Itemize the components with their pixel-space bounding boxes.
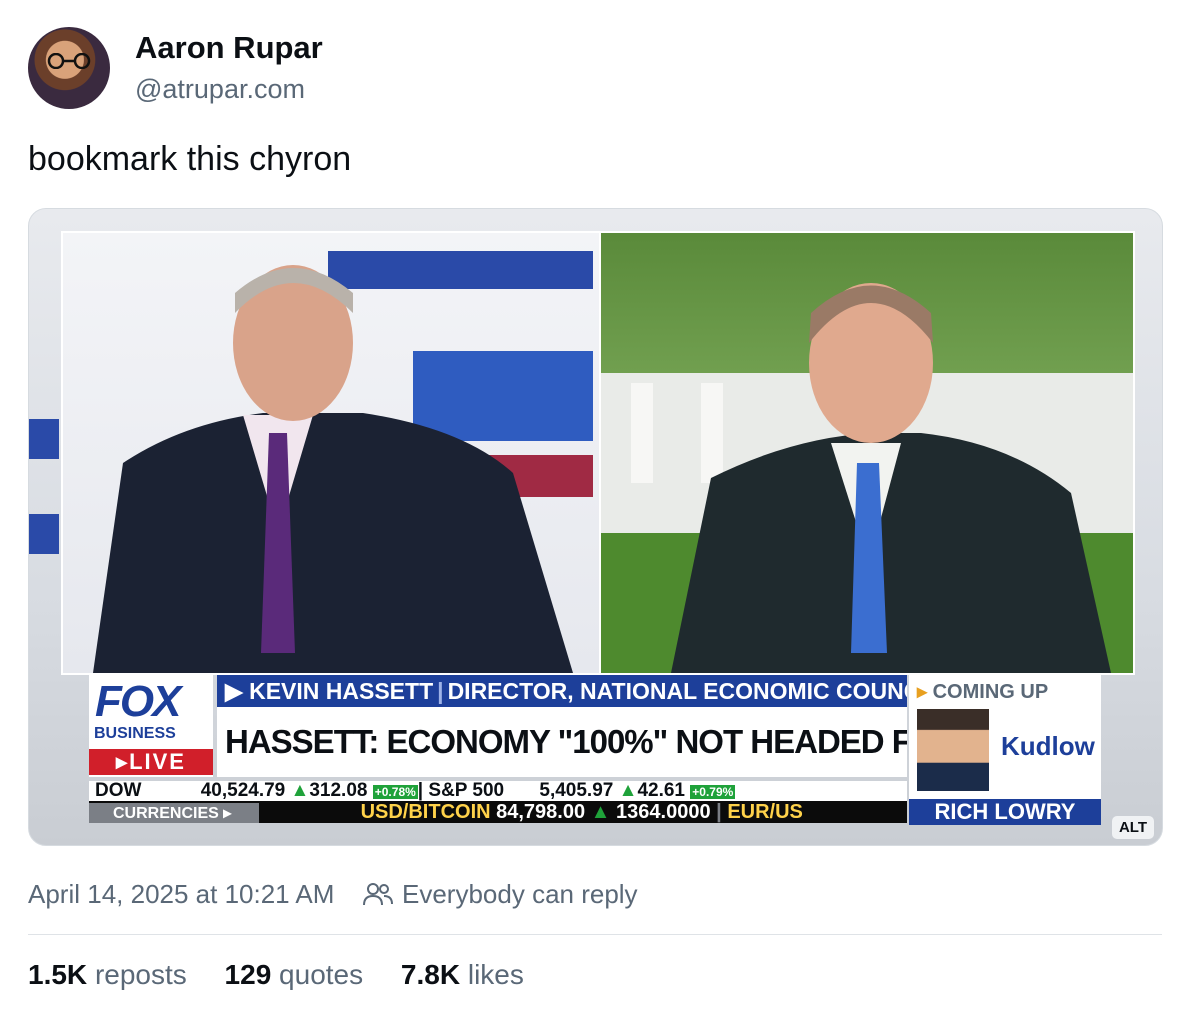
post-timestamp[interactable]: April 14, 2025 at 10:21 AM	[28, 879, 334, 910]
sp-label: S&P 500	[428, 781, 505, 801]
dow-change: 312.08	[309, 781, 368, 801]
guest-name: KEVIN HASSETT	[249, 678, 434, 704]
currencies-label: CURRENCIES ▸	[89, 803, 259, 823]
fox-business-logo: FOX BUSINESS ▸LIVE	[89, 675, 213, 777]
dow-pct: +0.78%	[372, 785, 418, 799]
author-avatar[interactable]	[28, 27, 110, 109]
currency-value: 84,798.00	[496, 801, 586, 823]
market-ticker: DOW 40,524.79 ▲312.08 +0.78% | S&P 500 5,…	[89, 781, 907, 801]
coming-up-box: ▸ COMING UP Kudlow	[909, 675, 1101, 799]
coming-up-text: COMING UP	[932, 681, 1049, 703]
dow-label: DOW	[95, 781, 142, 801]
guest-figure	[601, 283, 1133, 673]
up-arrow-icon: ▲	[290, 781, 310, 801]
studio-stripe	[29, 514, 59, 554]
studio-stripe	[29, 419, 59, 459]
author-display-name[interactable]: Aaron Rupar	[135, 30, 323, 66]
video-panel-host	[61, 231, 601, 675]
reply-setting: Everybody can reply	[402, 879, 638, 909]
live-label: LIVE	[129, 749, 186, 774]
reposts-stat[interactable]: 1.5K reposts	[28, 959, 217, 990]
up-arrow-icon: ▲	[590, 801, 611, 823]
reposts-count: 1.5K	[28, 959, 88, 990]
author-handle[interactable]: @atrupar.com	[135, 74, 305, 105]
likes-label: likes	[467, 959, 524, 990]
post-text: bookmark this chyron	[28, 140, 352, 178]
network-subtitle: BUSINESS	[94, 725, 176, 742]
engagement-stats: 1.5K reposts 129 quotes 7.8K likes	[28, 959, 554, 991]
coming-up-guest-name: RICH LOWRY	[909, 799, 1101, 825]
glasses-icon	[47, 53, 91, 69]
coming-up-show: Kudlow	[1001, 731, 1095, 761]
alt-text-button[interactable]: ALT	[1111, 816, 1154, 839]
currencies-label-text: CURRENCIES	[113, 805, 219, 822]
coming-up-guest-photo	[917, 709, 989, 791]
sp-pct: +0.79%	[690, 785, 736, 799]
separator: |	[716, 801, 722, 823]
currency-change: 1364.0000	[616, 801, 711, 823]
news-chyron: FOX BUSINESS ▸LIVE ▶ KEVIN HASSETT | DIREC…	[89, 675, 1101, 825]
chyron-headline: HASSETT: ECONOMY "100%" NOT HEADED FOR R…	[217, 707, 907, 777]
likes-stat[interactable]: 7.8K likes	[401, 959, 554, 990]
play-arrow-icon: ▸	[917, 681, 928, 703]
sp-change: 42.61	[637, 781, 685, 801]
network-wordmark: FOX	[95, 677, 181, 726]
currency-ticker: CURRENCIES ▸ USD/BITCOIN 84,798.00 ▲ 136…	[89, 801, 907, 823]
quotes-count: 129	[224, 959, 272, 990]
up-arrow-icon: ▲	[618, 781, 638, 801]
dow-value: 40,524.79	[200, 781, 286, 801]
live-badge: ▸LIVE	[89, 749, 213, 775]
currency-next: EUR/US	[727, 801, 803, 823]
host-figure	[93, 251, 593, 673]
video-panel-guest	[599, 231, 1135, 675]
currency-pair: USD/BITCOIN	[360, 801, 491, 823]
sp-value: 5,405.97	[539, 781, 614, 801]
guest-name-bar: ▶ KEVIN HASSETT | DIRECTOR, NATIONAL ECONO…	[217, 675, 907, 707]
post-media-image[interactable]: FOX BUSINESS ▸LIVE ▶ KEVIN HASSETT | DIREC…	[28, 208, 1163, 846]
quotes-label: quotes	[279, 959, 364, 990]
quotes-stat[interactable]: 129 quotes	[225, 959, 394, 990]
reposts-label: reposts	[94, 959, 187, 990]
play-arrow-icon: ▶	[225, 678, 243, 704]
separator: |	[437, 678, 444, 704]
coming-up-label: ▸ COMING UP	[917, 679, 1048, 704]
guest-title: DIRECTOR, NATIONAL ECONOMIC COUNCIL	[447, 678, 907, 704]
people-icon	[363, 883, 393, 906]
likes-count: 7.8K	[400, 959, 461, 990]
divider	[28, 934, 1162, 935]
